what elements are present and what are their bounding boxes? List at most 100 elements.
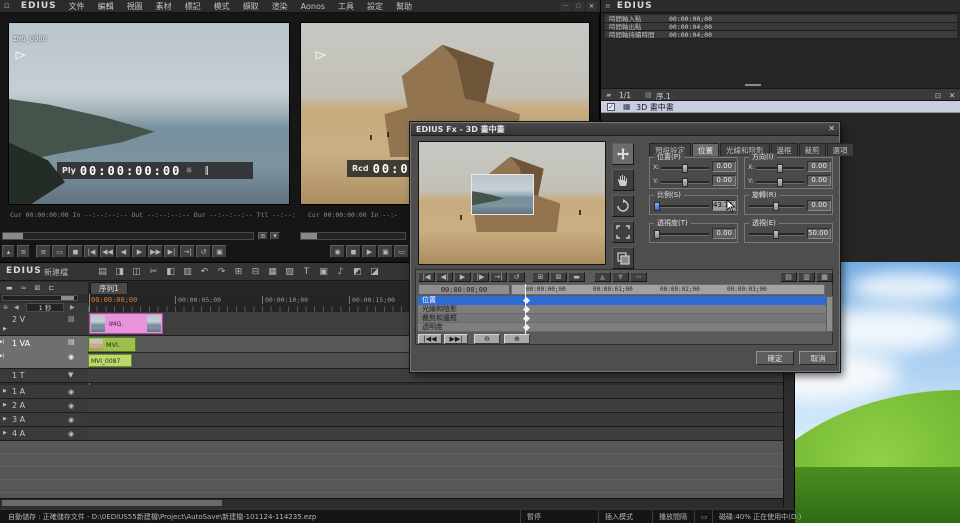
position-x-slider[interactable] bbox=[661, 167, 709, 170]
add-clip-icon[interactable]: ⊞ bbox=[231, 265, 246, 278]
menu-help[interactable]: 幫助 bbox=[395, 1, 413, 12]
copy-icon[interactable]: ◧ bbox=[163, 265, 178, 278]
transport-button-2[interactable]: ▭ bbox=[52, 245, 67, 258]
scale-value[interactable]: 1 秒 bbox=[26, 303, 64, 312]
track-header-3a[interactable]: ▶ 3 A ◉ bbox=[0, 413, 88, 427]
audio-tool-icon[interactable]: ♪ bbox=[333, 265, 348, 278]
next-frame-button[interactable]: ▶| bbox=[164, 245, 179, 258]
palette-close-icon[interactable]: ✕ bbox=[949, 91, 955, 100]
tab-options[interactable]: 選項 bbox=[827, 143, 854, 156]
kf-option-button-3[interactable]: ↔ bbox=[630, 272, 647, 282]
player-eject-button[interactable]: ▴ bbox=[2, 245, 15, 258]
track-content-2a[interactable] bbox=[88, 399, 783, 413]
direction-y-thumb[interactable] bbox=[777, 178, 783, 187]
menu-render[interactable]: 渲染 bbox=[271, 1, 289, 12]
sequence-tab[interactable]: 序列1 bbox=[90, 282, 128, 294]
kf-goto-end-button[interactable]: →| bbox=[490, 272, 507, 282]
redo-icon[interactable]: ↷ bbox=[214, 265, 229, 278]
rec-stop-button[interactable]: ◼ bbox=[346, 245, 361, 258]
menu-marker[interactable]: 標記 bbox=[184, 1, 202, 12]
kf-flat-button[interactable]: ▬ bbox=[568, 272, 585, 282]
export-icon[interactable]: ◪ bbox=[367, 265, 382, 278]
kf-row-position[interactable]: 位置 bbox=[418, 296, 833, 305]
hscroll-thumb[interactable] bbox=[2, 500, 222, 506]
patch-a-icon[interactable]: ▶| bbox=[0, 353, 5, 359]
position-x-thumb[interactable] bbox=[682, 164, 688, 173]
kf-view-button-2[interactable]: ▥ bbox=[798, 272, 815, 282]
layer-order-button[interactable] bbox=[612, 247, 634, 269]
paste-icon[interactable]: ▥ bbox=[180, 265, 195, 278]
new-sequence-icon[interactable]: ▤ bbox=[95, 265, 110, 278]
track-width-thumb[interactable] bbox=[61, 296, 74, 300]
position-y-value[interactable]: 0.00 bbox=[712, 175, 736, 186]
scale-slider[interactable] bbox=[654, 205, 709, 208]
position-x-value[interactable]: 0.00 bbox=[712, 161, 736, 172]
kf-option-button-2[interactable]: ▼ bbox=[612, 272, 629, 282]
rec-option-button-2[interactable]: ▭ bbox=[394, 245, 409, 258]
kf-next-frame-button[interactable]: |▶ bbox=[472, 272, 489, 282]
fit-view-button[interactable] bbox=[612, 221, 634, 243]
track-patch-icon[interactable]: ⊏ bbox=[48, 284, 54, 292]
direction-y-value[interactable]: 0.00 bbox=[807, 175, 831, 186]
rewind-button[interactable]: ◀◀ bbox=[100, 245, 115, 258]
prev-frame-button[interactable]: ◀ bbox=[116, 245, 131, 258]
expand-track-icon[interactable]: ▶ bbox=[3, 430, 7, 436]
goto-start-button[interactable]: |◀ bbox=[84, 245, 99, 258]
undo-icon[interactable]: ↶ bbox=[197, 265, 212, 278]
remove-clip-icon[interactable]: ⊟ bbox=[248, 265, 263, 278]
pip-inset[interactable] bbox=[471, 174, 534, 215]
recorder-scrub-thumb[interactable] bbox=[301, 233, 317, 239]
perspective-depth-thumb[interactable] bbox=[654, 230, 660, 239]
patch-v-icon[interactable]: ▶| bbox=[0, 339, 5, 345]
save-project-icon[interactable]: ◫ bbox=[129, 265, 144, 278]
direction-x-value[interactable]: 0.00 bbox=[807, 161, 831, 172]
menu-view[interactable]: 視圖 bbox=[126, 1, 144, 12]
fast-forward-button[interactable]: ▶▶ bbox=[148, 245, 163, 258]
player-menu-button[interactable]: ≡ bbox=[17, 245, 30, 258]
effect-tool-icon[interactable]: ▣ bbox=[316, 265, 331, 278]
kf-add-key-button[interactable]: ⊞ bbox=[532, 272, 549, 282]
scale-thumb[interactable] bbox=[654, 202, 660, 211]
effect-name[interactable]: 3D 畫中畫 bbox=[636, 102, 674, 113]
panel-menu-icon[interactable]: ≡ bbox=[605, 2, 611, 10]
window-maximize-button[interactable]: ▢ bbox=[573, 2, 584, 11]
kf-option-button-1[interactable]: ▲ bbox=[594, 272, 611, 282]
rec-option-button-1[interactable]: ▣ bbox=[378, 245, 393, 258]
menu-tools[interactable]: 工具 bbox=[337, 1, 355, 12]
mute-icon[interactable]: ◉ bbox=[68, 416, 74, 424]
kf-zoom-in-button[interactable]: ⊕ bbox=[504, 334, 530, 344]
menu-mode[interactable]: 模式 bbox=[213, 1, 231, 12]
expand-track-icon[interactable]: ▶ bbox=[3, 326, 7, 332]
sync-mode-icon[interactable]: ▬ bbox=[6, 284, 13, 292]
track-header-2v[interactable]: 2 V ▤ ▶ bbox=[0, 312, 88, 336]
mode-icon-2[interactable]: ▧ bbox=[282, 265, 297, 278]
rotation-slider[interactable] bbox=[749, 205, 804, 208]
effect-list-row[interactable]: ✓ ▦ 3D 畫中畫 bbox=[601, 101, 960, 113]
expand-track-icon[interactable]: ▶ bbox=[3, 402, 7, 408]
mode-icon-1[interactable]: ▦ bbox=[265, 265, 280, 278]
clip-img[interactable]: IMG. bbox=[89, 313, 163, 334]
loop-button[interactable]: ↺ bbox=[196, 245, 211, 258]
play-button[interactable]: ▶ bbox=[132, 245, 147, 258]
kf-next-key-button[interactable]: ▶▶| bbox=[444, 334, 468, 344]
kf-row-crop-border[interactable]: 裁剪和邊框 bbox=[418, 314, 833, 323]
player-scrub-option-button[interactable]: ≡ bbox=[258, 232, 268, 240]
rotation-thumb[interactable] bbox=[773, 202, 779, 211]
menu-capture[interactable]: 擷取 bbox=[242, 1, 260, 12]
perspective-slider[interactable] bbox=[749, 233, 804, 236]
kf-playhead[interactable] bbox=[525, 284, 526, 340]
hand-tool-button[interactable] bbox=[612, 169, 634, 191]
stop-button[interactable]: ◼ bbox=[68, 245, 83, 258]
rotate-tool-button[interactable] bbox=[612, 195, 634, 217]
kf-prev-frame-button[interactable]: ◀| bbox=[436, 272, 453, 282]
direction-x-slider[interactable] bbox=[756, 167, 804, 170]
tab-position[interactable]: 位置 bbox=[692, 143, 719, 156]
timeline-hscrollbar[interactable] bbox=[0, 498, 783, 507]
perspective-depth-slider[interactable] bbox=[654, 233, 709, 236]
kf-row-opacity[interactable]: 透明度 bbox=[418, 323, 833, 332]
panel-splitter-handle[interactable] bbox=[745, 84, 761, 86]
zoom-icon[interactable]: ⊕ bbox=[3, 304, 8, 311]
perspective-depth-value[interactable]: 0.00 bbox=[712, 228, 736, 239]
position-y-slider[interactable] bbox=[661, 181, 709, 184]
menu-edit[interactable]: 編輯 bbox=[97, 1, 115, 12]
